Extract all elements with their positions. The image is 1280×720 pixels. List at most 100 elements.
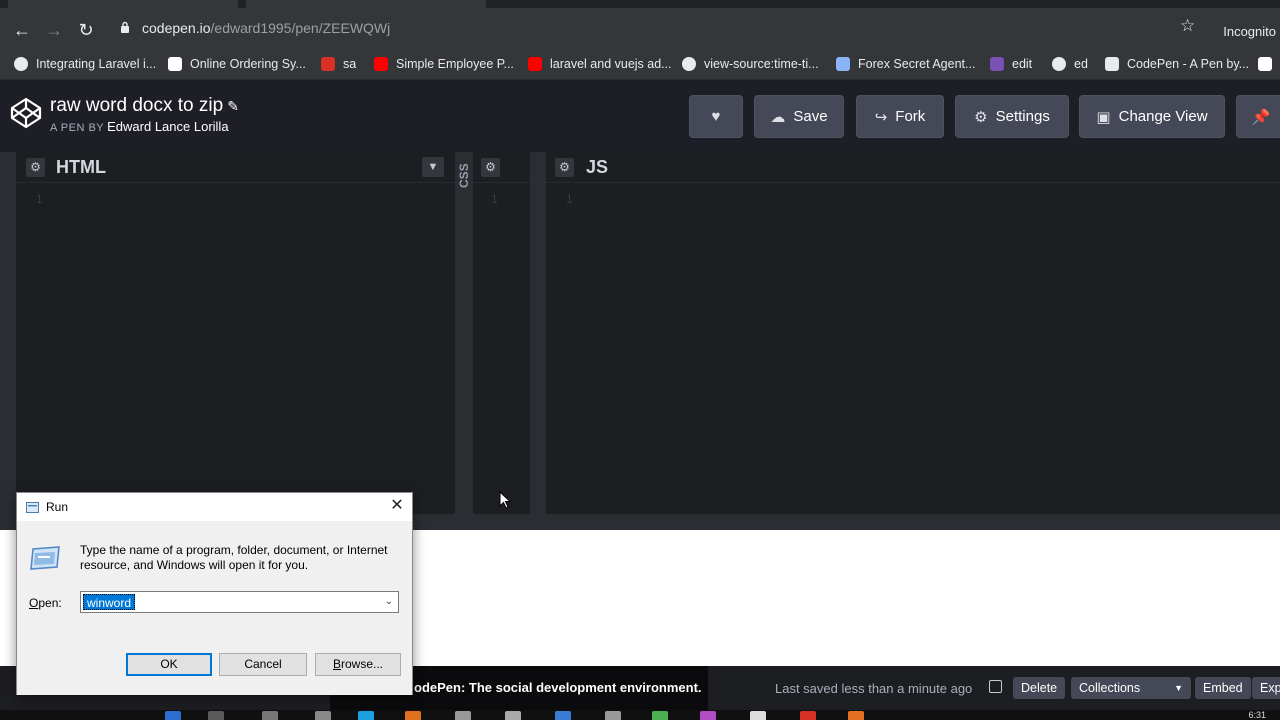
js-editor-pane[interactable]: ⚙ JS 1 xyxy=(546,152,1280,514)
save-button[interactable]: ☁ Save xyxy=(754,95,844,138)
open-label: Open: xyxy=(29,596,62,610)
taskbar-app-icon[interactable] xyxy=(700,711,716,720)
bookmark-item[interactable]: Simple Employee P... xyxy=(374,55,514,73)
bookmarks-bar: Integrating Laravel i... Online Ordering… xyxy=(0,48,1280,80)
reload-icon[interactable]: ↻ xyxy=(75,19,97,41)
css-pane-collapsed-resizer[interactable] xyxy=(455,152,473,514)
js-settings-gear-icon[interactable]: ⚙ xyxy=(555,158,574,177)
taskbar-app-icon[interactable] xyxy=(405,711,421,720)
chevron-down-icon[interactable]: ▼ xyxy=(422,157,444,177)
pen-title[interactable]: raw word docx to zip ✎ xyxy=(50,95,239,117)
html-settings-gear-icon[interactable]: ⚙ xyxy=(26,158,45,177)
run-open-combobox[interactable]: winword ⌄ xyxy=(80,591,399,613)
taskbar-app-icon[interactable] xyxy=(208,711,224,720)
back-icon[interactable]: ← xyxy=(11,19,33,41)
js-pane-header: ⚙ JS xyxy=(546,152,1280,183)
taskbar-app-icon[interactable] xyxy=(605,711,621,720)
taskbar-app-icon[interactable] xyxy=(652,711,668,720)
js-pane-resizer[interactable] xyxy=(530,152,546,514)
taskbar-app-icon[interactable] xyxy=(358,711,374,720)
bookmark-item[interactable]: sa xyxy=(321,55,356,73)
youtube-icon xyxy=(374,57,388,71)
settings-button[interactable]: ⚙ Settings xyxy=(955,95,1069,138)
change-view-button[interactable]: ▣ Change View xyxy=(1079,95,1225,138)
bookmark-item[interactable]: view-source:time-ti... xyxy=(682,55,819,73)
site-icon xyxy=(321,57,335,71)
url-omnibox[interactable]: codepen.io/edward1995/pen/ZEEWQWj ☆ xyxy=(110,12,1210,44)
run-program-icon xyxy=(30,546,60,570)
css-editor-pane[interactable]: ⚙ 1 xyxy=(473,152,530,514)
html-editor-pane[interactable]: ⚙ HTML ▼ 1 xyxy=(16,152,455,514)
external-link-icon[interactable] xyxy=(989,680,1002,693)
line-number: 1 xyxy=(566,192,573,206)
bookmark-item[interactable]: Forex Secret Agent... xyxy=(836,55,975,73)
bookmark-item[interactable]: edit xyxy=(990,55,1032,73)
chevron-down-icon: ▼ xyxy=(1174,683,1183,693)
cloud-icon: ☁ xyxy=(770,108,786,126)
chevron-down-icon[interactable]: ⌄ xyxy=(382,594,396,610)
globe-icon xyxy=(1052,57,1066,71)
taskbar-app-icon[interactable] xyxy=(848,711,864,720)
cancel-button[interactable]: Cancel xyxy=(219,653,307,676)
run-dialog-titlebar[interactable]: Run ✕ xyxy=(17,493,412,521)
mouse-cursor-icon xyxy=(499,491,511,509)
css-pane-title[interactable]: CSS xyxy=(457,158,471,188)
bookmark-star-icon[interactable]: ☆ xyxy=(1180,16,1195,36)
incognito-label: Incognito xyxy=(1223,24,1276,39)
taskbar-app-icon[interactable] xyxy=(315,711,331,720)
run-dialog: Run ✕ Type the name of a program, folder… xyxy=(16,492,413,695)
bookmark-item[interactable]: laravel and vuejs ad... xyxy=(528,55,672,73)
address-bar-row: ← → ↻ codepen.io/edward1995/pen/ZEEWQWj … xyxy=(0,8,1280,48)
edit-pencil-icon[interactable]: ✎ xyxy=(227,98,239,114)
layout-icon: ▣ xyxy=(1096,108,1111,126)
run-dialog-footer: OK Cancel Browse... xyxy=(17,637,412,695)
close-icon[interactable]: ✕ xyxy=(388,497,406,515)
love-button[interactable]: ♥ xyxy=(689,95,743,138)
globe-icon xyxy=(682,57,696,71)
lock-icon xyxy=(121,21,129,33)
browser-tab[interactable] xyxy=(246,0,486,8)
taskbar-app-icon[interactable] xyxy=(555,711,571,720)
left-edge xyxy=(0,152,16,514)
browse-button[interactable]: Browse... xyxy=(315,653,401,676)
browser-tab[interactable] xyxy=(8,0,238,8)
bookmark-item[interactable]: CodePen - A Pen by... xyxy=(1105,55,1249,73)
taskbar-app-icon[interactable] xyxy=(455,711,471,720)
collections-button[interactable]: Collections ▼ xyxy=(1071,677,1191,699)
bookmark-item[interactable]: ed xyxy=(1052,55,1088,73)
taskbar-app-icon[interactable] xyxy=(262,711,278,720)
embed-button[interactable]: Embed xyxy=(1195,677,1251,699)
html-pane-title: HTML xyxy=(56,157,106,177)
css-pane-header: ⚙ xyxy=(473,152,530,183)
forward-icon[interactable]: → xyxy=(43,19,65,41)
taskbar-clock[interactable]: 6:31 xyxy=(1248,710,1266,720)
taskbar-app-icon[interactable] xyxy=(750,711,766,720)
js-pane-title: JS xyxy=(586,157,609,177)
run-dialog-description: Type the name of a program, folder, docu… xyxy=(80,543,388,572)
taskbar-app-icon[interactable] xyxy=(800,711,816,720)
fork-button[interactable]: ↪ Fork xyxy=(856,95,944,138)
pin-button[interactable]: 📌 xyxy=(1236,95,1280,138)
taskbar-app-icon[interactable] xyxy=(165,711,181,720)
bookmark-item[interactable]: Online Ordering Sy... xyxy=(168,55,306,73)
windows-taskbar: 6:31 xyxy=(0,710,1280,720)
line-number: 1 xyxy=(36,192,43,206)
delete-button[interactable]: Delete xyxy=(1013,677,1066,699)
bootstrap-icon xyxy=(990,57,1004,71)
taskbar-app-icon[interactable] xyxy=(505,711,521,720)
last-saved-text: Last saved less than a minute ago xyxy=(775,681,973,696)
codepen-header: raw word docx to zip ✎ A PEN BY Edward Lan… xyxy=(0,80,1280,152)
export-button[interactable]: Exp xyxy=(1252,677,1280,699)
css-settings-gear-icon[interactable]: ⚙ xyxy=(481,158,500,177)
bookmark-item[interactable]: Integrating Laravel i... xyxy=(14,55,156,73)
ok-button[interactable]: OK xyxy=(126,653,212,676)
codepen-logo-icon[interactable] xyxy=(10,97,42,129)
html-pane-header: ⚙ HTML ▼ xyxy=(16,152,455,183)
url-text: codepen.io/edward1995/pen/ZEEWQWj xyxy=(142,20,391,36)
heart-icon: ♥ xyxy=(711,108,721,125)
page-icon xyxy=(168,57,182,71)
run-command-input[interactable]: winword xyxy=(83,594,136,610)
wikipedia-icon[interactable] xyxy=(1258,55,1280,73)
youtube-icon xyxy=(528,57,542,71)
pen-author-link[interactable]: Edward Lance Lorilla xyxy=(107,119,228,134)
